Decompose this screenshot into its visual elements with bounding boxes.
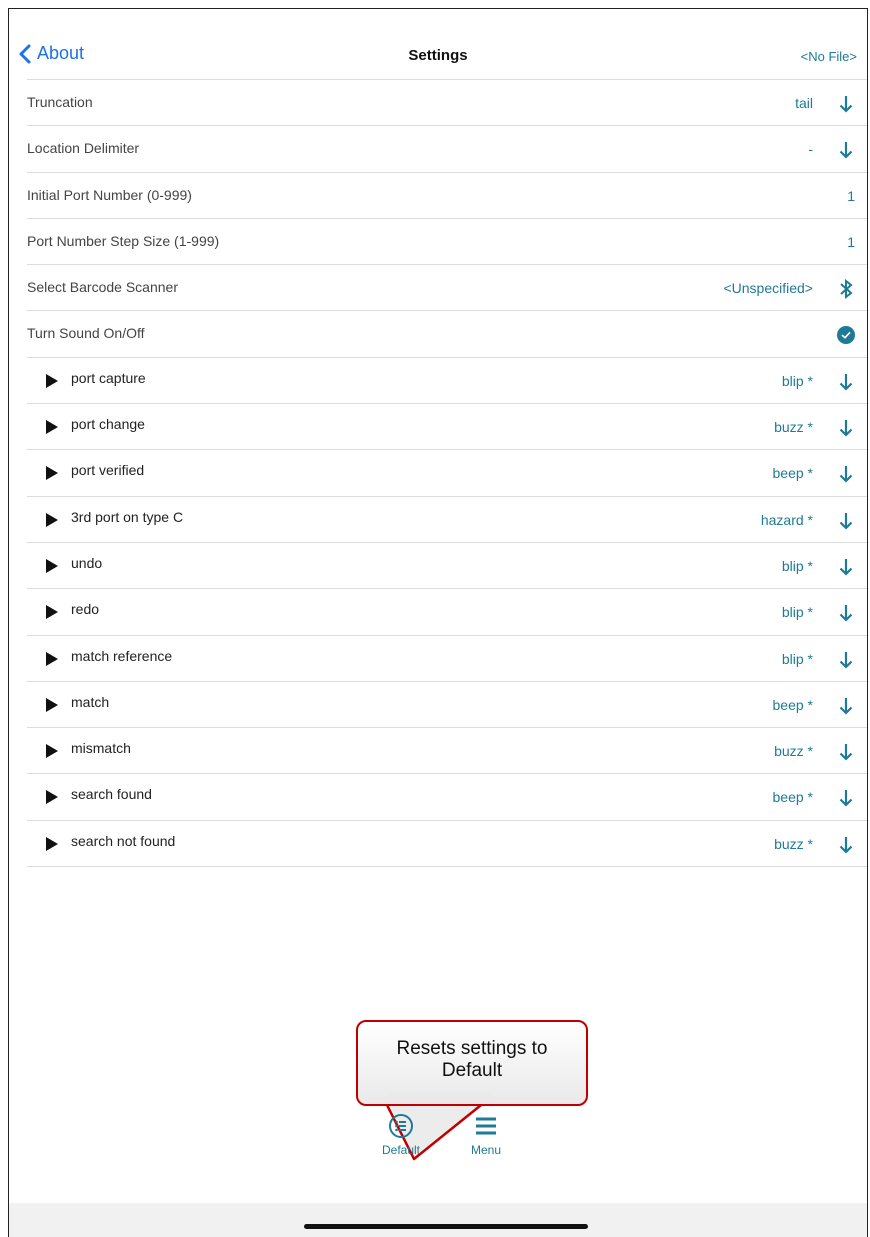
row-label: port capture bbox=[71, 369, 146, 386]
sound-row[interactable]: port verified beep * bbox=[27, 449, 867, 495]
sound-row[interactable]: match reference blip * bbox=[27, 634, 867, 681]
play-icon[interactable] bbox=[46, 651, 58, 666]
row-value[interactable]: <Unspecified> bbox=[723, 280, 813, 296]
sound-row[interactable]: 3rd port on type C hazard * bbox=[27, 495, 867, 542]
row-value[interactable]: beep * bbox=[773, 697, 813, 713]
tab-menu-label: Menu bbox=[470, 1143, 502, 1157]
sound-row[interactable]: search not found buzz * bbox=[27, 819, 867, 866]
row-value[interactable]: blip * bbox=[782, 558, 813, 574]
home-bar-area bbox=[9, 1203, 867, 1237]
row-value[interactable]: 1 bbox=[847, 188, 855, 204]
play-icon[interactable] bbox=[46, 373, 58, 388]
setting-row[interactable]: Turn Sound On/Off bbox=[27, 310, 867, 356]
row-label: port verified bbox=[71, 462, 145, 479]
row-label: mismatch bbox=[71, 740, 131, 757]
arrow-down-icon[interactable] bbox=[837, 650, 855, 670]
row-label: Truncation bbox=[27, 94, 93, 110]
play-icon[interactable] bbox=[46, 512, 58, 527]
callout-box: Resets settings to Default bbox=[356, 1020, 588, 1106]
row-value[interactable]: blip * bbox=[782, 604, 813, 620]
row-label: redo bbox=[71, 601, 100, 618]
play-icon[interactable] bbox=[46, 558, 58, 573]
arrow-down-icon[interactable] bbox=[837, 511, 855, 531]
hamburger-menu-icon bbox=[476, 1117, 496, 1135]
arrow-down-icon[interactable] bbox=[837, 696, 855, 716]
row-value[interactable]: beep * bbox=[773, 789, 813, 805]
sound-row[interactable]: mismatch buzz * bbox=[27, 727, 867, 773]
list-divider bbox=[27, 866, 867, 868]
tab-bar: Default Menu bbox=[9, 1097, 867, 1197]
setting-row[interactable]: Port Number Step Size (1-999) 1 bbox=[27, 217, 867, 264]
arrow-down-icon[interactable] bbox=[837, 788, 855, 808]
arrow-down-icon[interactable] bbox=[837, 742, 855, 762]
settings-screen: About Settings <No File> Truncation tail L… bbox=[8, 8, 868, 1237]
sound-row[interactable]: match beep * bbox=[27, 680, 867, 727]
tab-default[interactable]: Default bbox=[371, 1113, 431, 1157]
play-icon[interactable] bbox=[46, 697, 58, 712]
row-label: search found bbox=[71, 786, 152, 803]
row-value[interactable]: buzz * bbox=[774, 419, 813, 435]
row-value[interactable]: blip * bbox=[782, 651, 813, 667]
sound-row[interactable]: undo blip * bbox=[27, 541, 867, 588]
play-icon[interactable] bbox=[46, 744, 58, 759]
nav-bar: About Settings <No File> bbox=[9, 9, 867, 79]
setting-row[interactable]: Truncation tail bbox=[27, 79, 867, 125]
setting-row[interactable]: Location Delimiter - bbox=[27, 125, 867, 171]
row-label: Port Number Step Size (1-999) bbox=[27, 232, 220, 249]
sound-row[interactable]: port change buzz * bbox=[27, 403, 867, 449]
row-value[interactable]: 1 bbox=[847, 234, 855, 250]
arrow-down-icon[interactable] bbox=[837, 603, 855, 623]
row-value[interactable]: tail bbox=[795, 95, 813, 111]
tab-menu[interactable]: Menu bbox=[456, 1113, 516, 1157]
arrow-down-icon[interactable] bbox=[837, 418, 855, 438]
bluetooth-icon[interactable] bbox=[837, 279, 855, 300]
play-icon[interactable] bbox=[46, 836, 58, 851]
row-label: Turn Sound On/Off bbox=[27, 325, 145, 342]
row-value[interactable]: hazard * bbox=[761, 512, 813, 528]
tab-default-label: Default bbox=[381, 1143, 421, 1157]
row-value[interactable]: blip * bbox=[782, 373, 813, 389]
arrow-down-icon[interactable] bbox=[837, 835, 855, 855]
row-label: Initial Port Number (0-999) bbox=[27, 186, 192, 203]
arrow-down-icon[interactable] bbox=[837, 464, 855, 484]
play-icon[interactable] bbox=[46, 790, 58, 805]
arrow-down-icon[interactable] bbox=[837, 94, 855, 114]
file-label[interactable]: <No File> bbox=[801, 49, 857, 64]
row-label: Location Delimiter bbox=[27, 140, 140, 157]
row-label: search not found bbox=[71, 832, 176, 849]
list-circle-icon bbox=[389, 1114, 413, 1138]
arrow-down-icon[interactable] bbox=[837, 372, 855, 392]
row-value[interactable]: buzz * bbox=[774, 743, 813, 759]
home-indicator bbox=[304, 1224, 588, 1229]
row-label: undo bbox=[71, 554, 103, 571]
row-label: 3rd port on type C bbox=[71, 508, 184, 525]
setting-row[interactable]: Initial Port Number (0-999) 1 bbox=[27, 171, 867, 218]
arrow-down-icon[interactable] bbox=[837, 140, 855, 160]
row-label: Select Barcode Scanner bbox=[27, 279, 178, 296]
row-value[interactable]: buzz * bbox=[774, 836, 813, 852]
sound-row[interactable]: port capture blip * bbox=[27, 356, 867, 403]
arrow-down-icon[interactable] bbox=[837, 557, 855, 577]
row-label: port change bbox=[71, 416, 145, 433]
page-title: Settings bbox=[408, 47, 468, 64]
sound-row[interactable]: search found beep * bbox=[27, 773, 867, 819]
play-icon[interactable] bbox=[46, 420, 58, 435]
settings-list: Truncation tail Location Delimiter - Initial… bbox=[27, 79, 867, 868]
callout-line-2: Default bbox=[441, 1060, 503, 1081]
row-label: match bbox=[71, 693, 110, 710]
check-circle-icon[interactable] bbox=[837, 325, 855, 345]
row-value[interactable]: - bbox=[808, 141, 813, 157]
row-label: match reference bbox=[71, 647, 173, 664]
play-icon[interactable] bbox=[46, 605, 58, 620]
callout-line-1: Resets settings to bbox=[396, 1038, 548, 1059]
row-value[interactable]: beep * bbox=[773, 465, 813, 481]
setting-row[interactable]: Select Barcode Scanner <Unspecified> bbox=[27, 264, 867, 310]
play-icon[interactable] bbox=[46, 466, 58, 481]
sound-row[interactable]: redo blip * bbox=[27, 588, 867, 634]
